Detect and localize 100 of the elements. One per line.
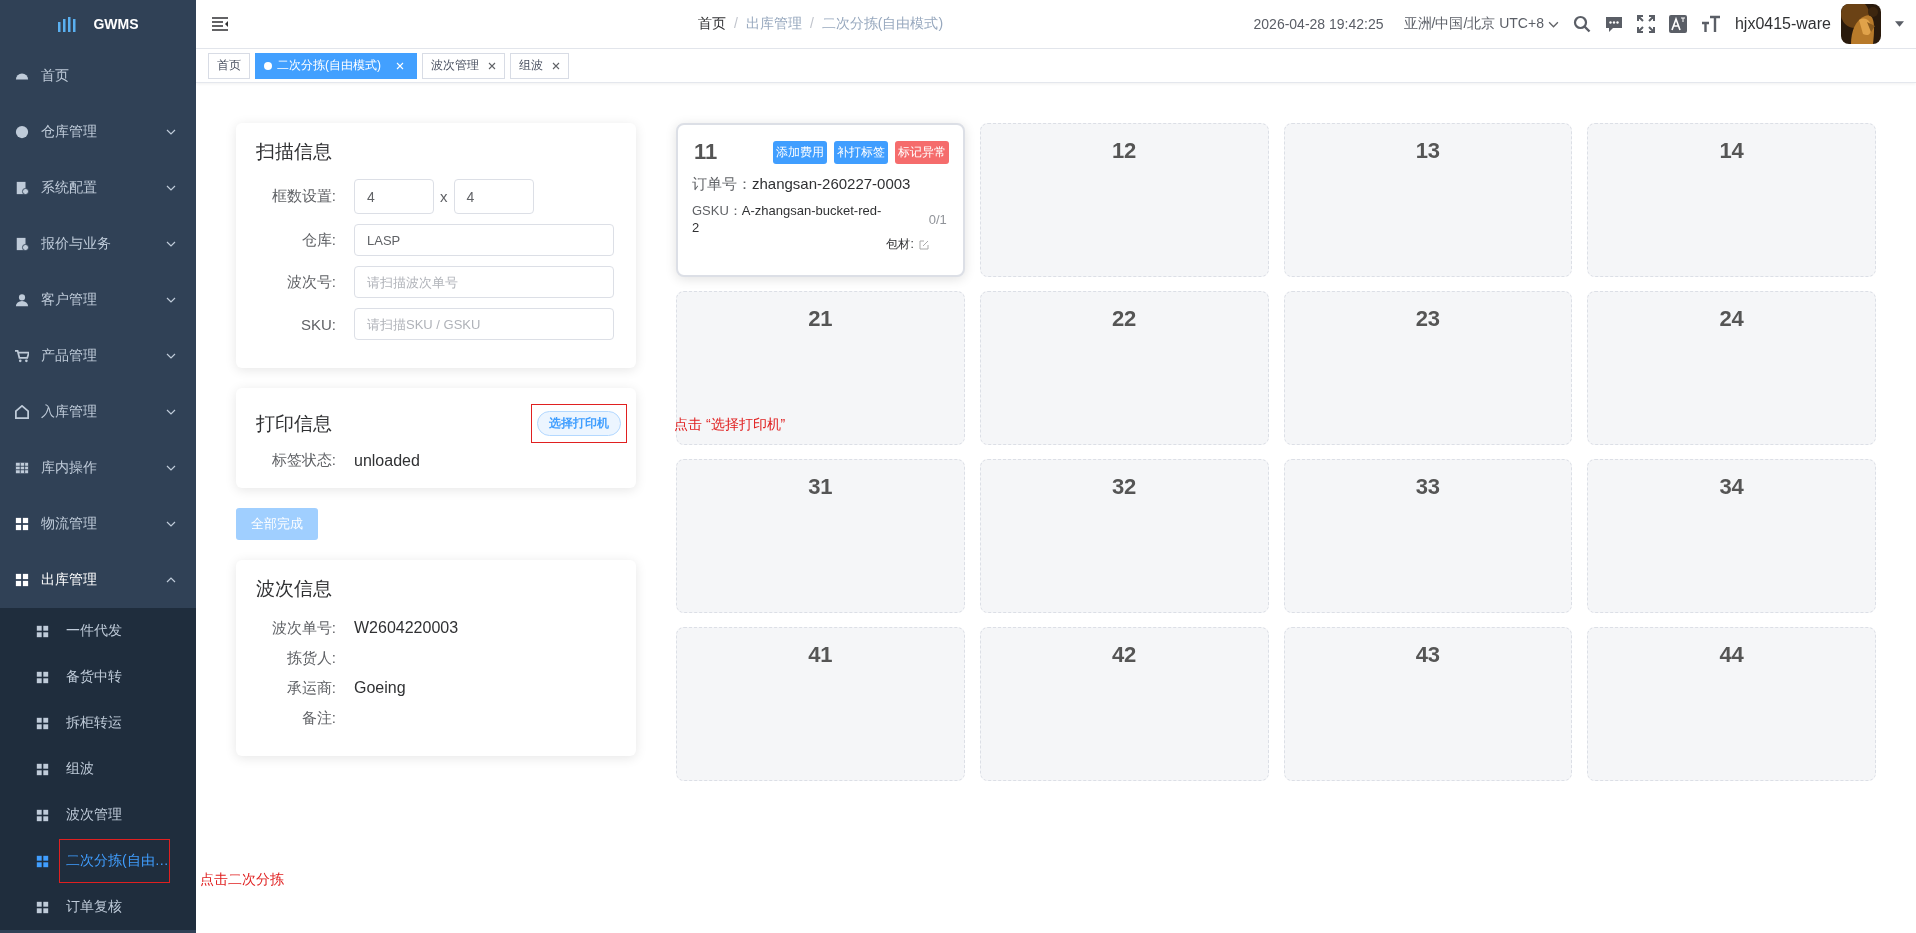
input-field[interactable]: 请扫描波次单号 (354, 266, 614, 298)
menu-item[interactable]: 仓库管理 (0, 104, 196, 160)
slot-number: 43 (1415, 642, 1441, 668)
menu-label: 组波 (66, 760, 94, 778)
chevron-down-icon (166, 353, 176, 359)
submenu-item[interactable]: 一件代发 (0, 608, 196, 654)
panel-title: 扫描信息 (256, 140, 333, 164)
translate-icon[interactable] (1668, 15, 1687, 33)
menu-item[interactable]: 首页 (0, 48, 196, 104)
slot-card[interactable]: 12 (979, 123, 1269, 277)
breadcrumb-item[interactable]: 首页 (698, 15, 726, 33)
house-icon (15, 405, 29, 419)
input-field[interactable]: 请扫描SKU / GSKU (354, 308, 614, 340)
field-value: W2604220003 (354, 619, 459, 637)
tab[interactable]: 组波 (510, 52, 569, 79)
slot-number: 12 (1111, 138, 1137, 164)
gsku-text: GSKU：A-zhangsan-bucket-red-2 (692, 202, 882, 236)
chevron-down-icon (166, 521, 176, 527)
status-value: unloaded (354, 451, 420, 470)
input-field[interactable]: LASP (354, 224, 614, 256)
slot-card[interactable]: 32 (979, 459, 1269, 613)
submenu-item[interactable]: 订单复核 (0, 884, 196, 930)
menu-icon[interactable] (212, 17, 228, 31)
menu-item[interactable]: 客户管理 (0, 272, 196, 328)
grid-icon (15, 573, 29, 587)
grid-icon (36, 624, 49, 638)
breadcrumb-separator: / (809, 15, 814, 33)
submenu-item[interactable]: 备货中转 (0, 654, 196, 700)
slot-card[interactable]: 33 (1283, 459, 1573, 613)
font-size-icon[interactable] (1700, 15, 1721, 33)
input-field[interactable]: 4 (354, 179, 434, 214)
tab[interactable]: 首页 (208, 52, 250, 79)
menu-item[interactable]: 库内操作 (0, 440, 196, 496)
breadcrumb-separator: / (734, 15, 738, 33)
tab[interactable]: 波次管理 (422, 52, 505, 79)
slot-number: 13 (1415, 138, 1441, 164)
slot-card[interactable]: 34 (1587, 459, 1876, 613)
menu-label: 备货中转 (66, 668, 122, 686)
slot-card[interactable]: 42 (979, 627, 1269, 781)
grid-icon (36, 854, 49, 868)
menu-item[interactable]: 出库管理 (0, 552, 196, 608)
slot-card[interactable]: 41 (676, 627, 965, 781)
active-dot (264, 61, 272, 70)
material-label: 包材: (886, 236, 914, 253)
logo-icon (57, 16, 78, 32)
menu-item[interactable]: 报价与业务 (0, 216, 196, 272)
slot-number: 23 (1415, 306, 1441, 332)
person-icon (15, 293, 29, 307)
field-value: Goeing (354, 679, 406, 697)
separator-text: x (440, 188, 448, 205)
cart-icon (15, 349, 29, 363)
close-icon[interactable] (488, 61, 496, 70)
submenu-item[interactable]: 拆柜转运 (0, 700, 196, 746)
slot-number: 14 (1719, 138, 1744, 164)
chevron-up-icon (166, 577, 176, 583)
slot-number: 44 (1719, 642, 1744, 668)
grid-icon (36, 670, 49, 684)
fullscreen-icon[interactable] (1636, 15, 1655, 33)
menu-item[interactable]: 入库管理 (0, 384, 196, 440)
chevron-down-icon (166, 409, 176, 415)
slot-card[interactable]: 43 (1283, 627, 1573, 781)
menu-label: 订单复核 (66, 898, 122, 916)
menu-item[interactable]: 产品管理 (0, 328, 196, 384)
timezone-select[interactable]: 亚洲/中国/北京 UTC+8 (1403, 15, 1559, 33)
menu-label: 波次管理 (66, 806, 122, 824)
username[interactable]: hjx0415-ware (1734, 15, 1831, 33)
grid-icon (15, 517, 29, 531)
breadcrumb-item: 二次分拣(自由模式) (821, 15, 944, 33)
chevron-down-icon (1547, 20, 1559, 28)
slot-card[interactable]: 13 (1283, 123, 1573, 277)
search-icon[interactable] (1572, 15, 1591, 33)
input-field[interactable]: 4 (453, 179, 534, 214)
menu-item[interactable]: 物流管理 (0, 496, 196, 552)
slot-card[interactable]: 14 (1587, 123, 1876, 277)
field-label: 承运商: (285, 678, 336, 698)
caret-down-icon[interactable] (1895, 21, 1904, 27)
slot-number: 33 (1415, 474, 1441, 500)
grid-icon (36, 808, 49, 822)
slot-number: 34 (1719, 474, 1744, 500)
slot-card[interactable]: 24 (1587, 291, 1876, 445)
slot-card[interactable]: 31 (676, 459, 965, 613)
chevron-down-icon (166, 185, 176, 191)
close-icon[interactable] (552, 61, 560, 70)
submenu-item[interactable]: 二次分拣(自由… (0, 838, 196, 884)
slot-card[interactable]: 22 (979, 291, 1269, 445)
menu-item[interactable]: 系统配置 (0, 160, 196, 216)
chat-icon[interactable] (1604, 15, 1623, 33)
grid-icon (36, 716, 49, 730)
panel-title: 波次信息 (256, 577, 333, 601)
menu-label: 一件代发 (66, 622, 122, 640)
submenu-item[interactable]: 组波 (0, 746, 196, 792)
field-label: 波次号: (285, 272, 336, 292)
slot-card[interactable]: 44 (1587, 627, 1876, 781)
submenu-item[interactable]: 波次管理 (0, 792, 196, 838)
chevron-down-icon (166, 129, 176, 135)
field-label: 波次单号: (270, 618, 336, 638)
slot-card[interactable]: 23 (1283, 291, 1573, 445)
grid-icon (36, 762, 49, 776)
logo-text: GWMS (93, 16, 139, 32)
chevron-down-icon (166, 297, 176, 303)
